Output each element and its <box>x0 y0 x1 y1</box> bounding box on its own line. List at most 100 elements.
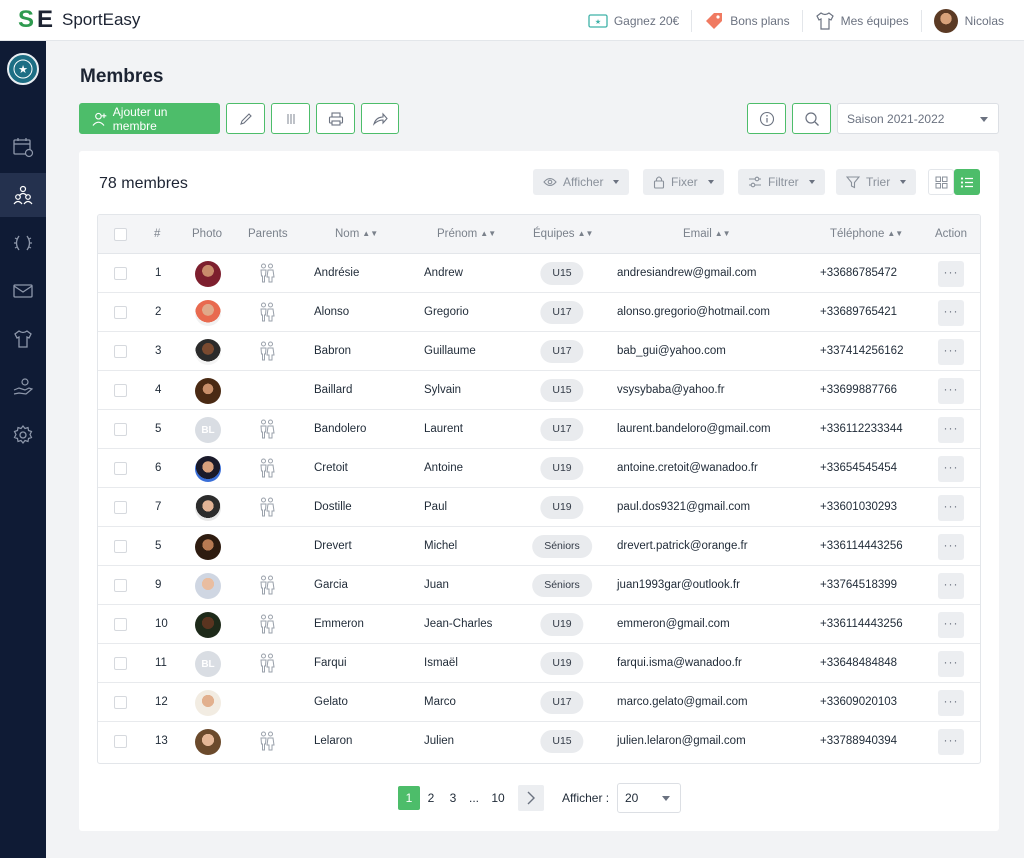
col-equipes[interactable]: Équipes ▲▼ <box>533 215 593 254</box>
row-checkbox[interactable] <box>114 501 127 514</box>
sidebar-item-calendar[interactable] <box>0 125 46 169</box>
sidebar-item-messages[interactable] <box>0 269 46 313</box>
row-checkbox[interactable] <box>114 384 127 397</box>
row-nom[interactable]: Cretoit <box>314 449 348 488</box>
show-dropdown[interactable]: Afficher <box>533 169 630 195</box>
table-row[interactable]: 12 Gelato Marco U17 marco.gelato@gmail.c… <box>98 683 980 722</box>
table-row[interactable]: 4 Baillard Sylvain U15 vsysybaba@yahoo.f… <box>98 371 980 410</box>
row-action-button[interactable]: ··· <box>938 378 964 404</box>
row-checkbox[interactable] <box>114 345 127 358</box>
row-action-button[interactable]: ··· <box>938 651 964 677</box>
row-nom[interactable]: Dostille <box>314 488 352 527</box>
row-email[interactable]: andresiandrew@gmail.com <box>617 254 757 293</box>
row-action-button[interactable]: ··· <box>938 612 964 638</box>
row-action-button[interactable]: ··· <box>938 417 964 443</box>
search-button[interactable] <box>792 103 831 134</box>
row-nom[interactable]: Baillard <box>314 371 352 410</box>
filter-dropdown[interactable]: Filtrer <box>738 169 825 195</box>
row-nom[interactable]: Andrésie <box>314 254 359 293</box>
page-3-button[interactable]: 3 <box>442 786 464 810</box>
row-email[interactable]: vsysybaba@yahoo.fr <box>617 371 725 410</box>
row-email[interactable]: alonso.gregorio@hotmail.com <box>617 293 770 332</box>
sidebar-item-members[interactable] <box>0 173 46 217</box>
row-nom[interactable]: Alonso <box>314 293 349 332</box>
row-checkbox[interactable] <box>114 735 127 748</box>
table-row[interactable]: 5 BL Bandolero Laurent U17 laurent.bande… <box>98 410 980 449</box>
sidebar-item-finances[interactable] <box>0 365 46 409</box>
sort-dropdown[interactable]: Trier <box>836 169 917 195</box>
deals-link[interactable]: Bons plans <box>691 9 801 32</box>
row-action-button[interactable]: ··· <box>938 300 964 326</box>
col-nom[interactable]: Nom ▲▼ <box>335 215 378 254</box>
info-button[interactable] <box>747 103 786 134</box>
page-1-button[interactable]: 1 <box>398 786 420 810</box>
print-button[interactable] <box>316 103 355 134</box>
table-row[interactable]: 9 Garcia Juan Séniors juan1993gar@outloo… <box>98 566 980 605</box>
row-nom[interactable]: Garcia <box>314 566 348 605</box>
sporteasy-logo[interactable]: SE SportEasy <box>18 8 140 32</box>
my-teams-link[interactable]: Mes équipes <box>801 9 921 32</box>
select-all-checkbox[interactable] <box>114 228 127 241</box>
row-nom[interactable]: Emmeron <box>314 605 364 644</box>
table-row[interactable]: 2 Alonso Gregorio U17 alonso.gregorio@ho… <box>98 293 980 332</box>
list-view-button[interactable] <box>954 169 980 195</box>
row-action-button[interactable]: ··· <box>938 495 964 521</box>
pin-dropdown[interactable]: Fixer <box>643 169 724 195</box>
table-row[interactable]: 7 Dostille Paul U19 paul.dos9321@gmail.c… <box>98 488 980 527</box>
add-member-button[interactable]: Ajouter un membre <box>79 103 220 134</box>
table-row[interactable]: 13 Lelaron Julien U15 julien.lelaron@gma… <box>98 722 980 761</box>
row-nom[interactable]: Gelato <box>314 683 348 722</box>
row-email[interactable]: juan1993gar@outlook.fr <box>617 566 740 605</box>
page-10-button[interactable]: 10 <box>484 786 512 810</box>
col-prenom[interactable]: Prénom ▲▼ <box>437 215 496 254</box>
next-page-button[interactable] <box>518 785 544 811</box>
row-action-button[interactable]: ··· <box>938 690 964 716</box>
row-checkbox[interactable] <box>114 423 127 436</box>
row-action-button[interactable]: ··· <box>938 339 964 365</box>
table-row[interactable]: 1 Andrésie Andrew U15 andresiandrew@gmai… <box>98 254 980 293</box>
table-row[interactable]: 11 BL Farqui Ismaël U19 farqui.isma@wana… <box>98 644 980 683</box>
row-nom[interactable]: Bandolero <box>314 410 366 449</box>
row-action-button[interactable]: ··· <box>938 456 964 482</box>
referral-link[interactable]: ★ Gagnez 20€ <box>576 10 691 32</box>
row-checkbox[interactable] <box>114 657 127 670</box>
row-email[interactable]: antoine.cretoit@wanadoo.fr <box>617 449 758 488</box>
row-action-button[interactable]: ··· <box>938 729 964 755</box>
row-nom[interactable]: Babron <box>314 332 351 371</box>
row-action-button[interactable]: ··· <box>938 261 964 287</box>
row-checkbox[interactable] <box>114 618 127 631</box>
row-email[interactable]: farqui.isma@wanadoo.fr <box>617 644 742 683</box>
table-row[interactable]: 6 Cretoit Antoine U19 antoine.cretoit@wa… <box>98 449 980 488</box>
row-email[interactable]: paul.dos9321@gmail.com <box>617 488 750 527</box>
grid-view-button[interactable] <box>928 169 954 195</box>
row-nom[interactable]: Lelaron <box>314 722 352 761</box>
page-2-button[interactable]: 2 <box>420 786 442 810</box>
row-email[interactable]: julien.lelaron@gmail.com <box>617 722 746 761</box>
row-email[interactable]: marco.gelato@gmail.com <box>617 683 748 722</box>
sidebar-item-results[interactable] <box>0 221 46 265</box>
row-checkbox[interactable] <box>114 579 127 592</box>
columns-button[interactable] <box>271 103 310 134</box>
col-telephone[interactable]: Téléphone ▲▼ <box>830 215 903 254</box>
row-nom[interactable]: Farqui <box>314 644 347 683</box>
row-checkbox[interactable] <box>114 306 127 319</box>
row-checkbox[interactable] <box>114 267 127 280</box>
user-menu[interactable]: Nicolas <box>920 8 1024 33</box>
table-row[interactable]: 5 Drevert Michel Séniors drevert.patrick… <box>98 527 980 566</box>
row-action-button[interactable]: ··· <box>938 573 964 599</box>
table-row[interactable]: 10 Emmeron Jean-Charles U19 emmeron@gmai… <box>98 605 980 644</box>
per-page-select[interactable]: 20 <box>617 783 681 813</box>
row-email[interactable]: bab_gui@yahoo.com <box>617 332 726 371</box>
edit-button[interactable] <box>226 103 265 134</box>
row-email[interactable]: drevert.patrick@orange.fr <box>617 527 748 566</box>
sidebar-item-equipment[interactable] <box>0 317 46 361</box>
row-email[interactable]: emmeron@gmail.com <box>617 605 730 644</box>
row-action-button[interactable]: ··· <box>938 534 964 560</box>
sidebar-item-settings[interactable] <box>0 413 46 457</box>
share-button[interactable] <box>361 103 399 134</box>
table-row[interactable]: 3 Babron Guillaume U17 bab_gui@yahoo.com… <box>98 332 980 371</box>
row-checkbox[interactable] <box>114 462 127 475</box>
col-email[interactable]: Email ▲▼ <box>683 215 731 254</box>
row-email[interactable]: laurent.bandeloro@gmail.com <box>617 410 771 449</box>
club-logo[interactable]: ★ <box>7 53 39 85</box>
